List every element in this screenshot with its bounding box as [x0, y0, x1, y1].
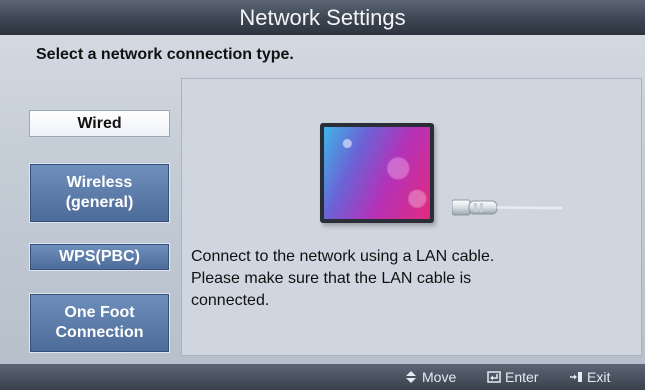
- option-wps-pbc[interactable]: WPS(PBC): [29, 243, 170, 271]
- hint-exit-label: Exit: [587, 369, 611, 385]
- description-line-1: Connect to the network using a LAN cable…: [191, 248, 495, 265]
- description-text: Connect to the network using a LAN cable…: [191, 246, 621, 312]
- option-wired[interactable]: Wired: [29, 110, 170, 137]
- footer-hint-bar: Move Enter Exit: [0, 364, 645, 390]
- page-title: Network Settings: [0, 0, 645, 35]
- enter-icon: [487, 371, 501, 383]
- option-one-foot-line-2: Connection: [55, 324, 144, 341]
- lan-cable-icon: [452, 199, 562, 216]
- option-wps-label: WPS(PBC): [59, 248, 140, 265]
- hint-enter-label: Enter: [505, 369, 539, 385]
- option-wired-label: Wired: [77, 114, 122, 132]
- network-settings-screen: Network Settings Select a network connec…: [0, 0, 645, 390]
- up-down-arrows-icon: [406, 371, 416, 383]
- option-one-foot-line-1: One Foot: [64, 304, 135, 321]
- option-wireless-line-1: Wireless: [66, 174, 133, 191]
- hint-exit: Exit: [569, 369, 610, 385]
- description-line-2: Please make sure that the LAN cable is: [191, 270, 472, 287]
- option-wireless-general[interactable]: Wireless (general): [29, 163, 170, 223]
- description-line-3: connected.: [191, 292, 270, 309]
- hint-move: Move: [404, 369, 456, 385]
- tv-icon: [320, 123, 434, 223]
- option-one-foot-connection[interactable]: One Foot Connection: [29, 293, 170, 353]
- hint-enter: Enter: [487, 369, 538, 385]
- hint-move-label: Move: [422, 369, 457, 385]
- instruction-text: Select a network connection type.: [36, 46, 294, 63]
- option-wireless-line-2: (general): [65, 194, 134, 211]
- tv-screen-image: [324, 127, 430, 219]
- exit-icon: [570, 372, 582, 382]
